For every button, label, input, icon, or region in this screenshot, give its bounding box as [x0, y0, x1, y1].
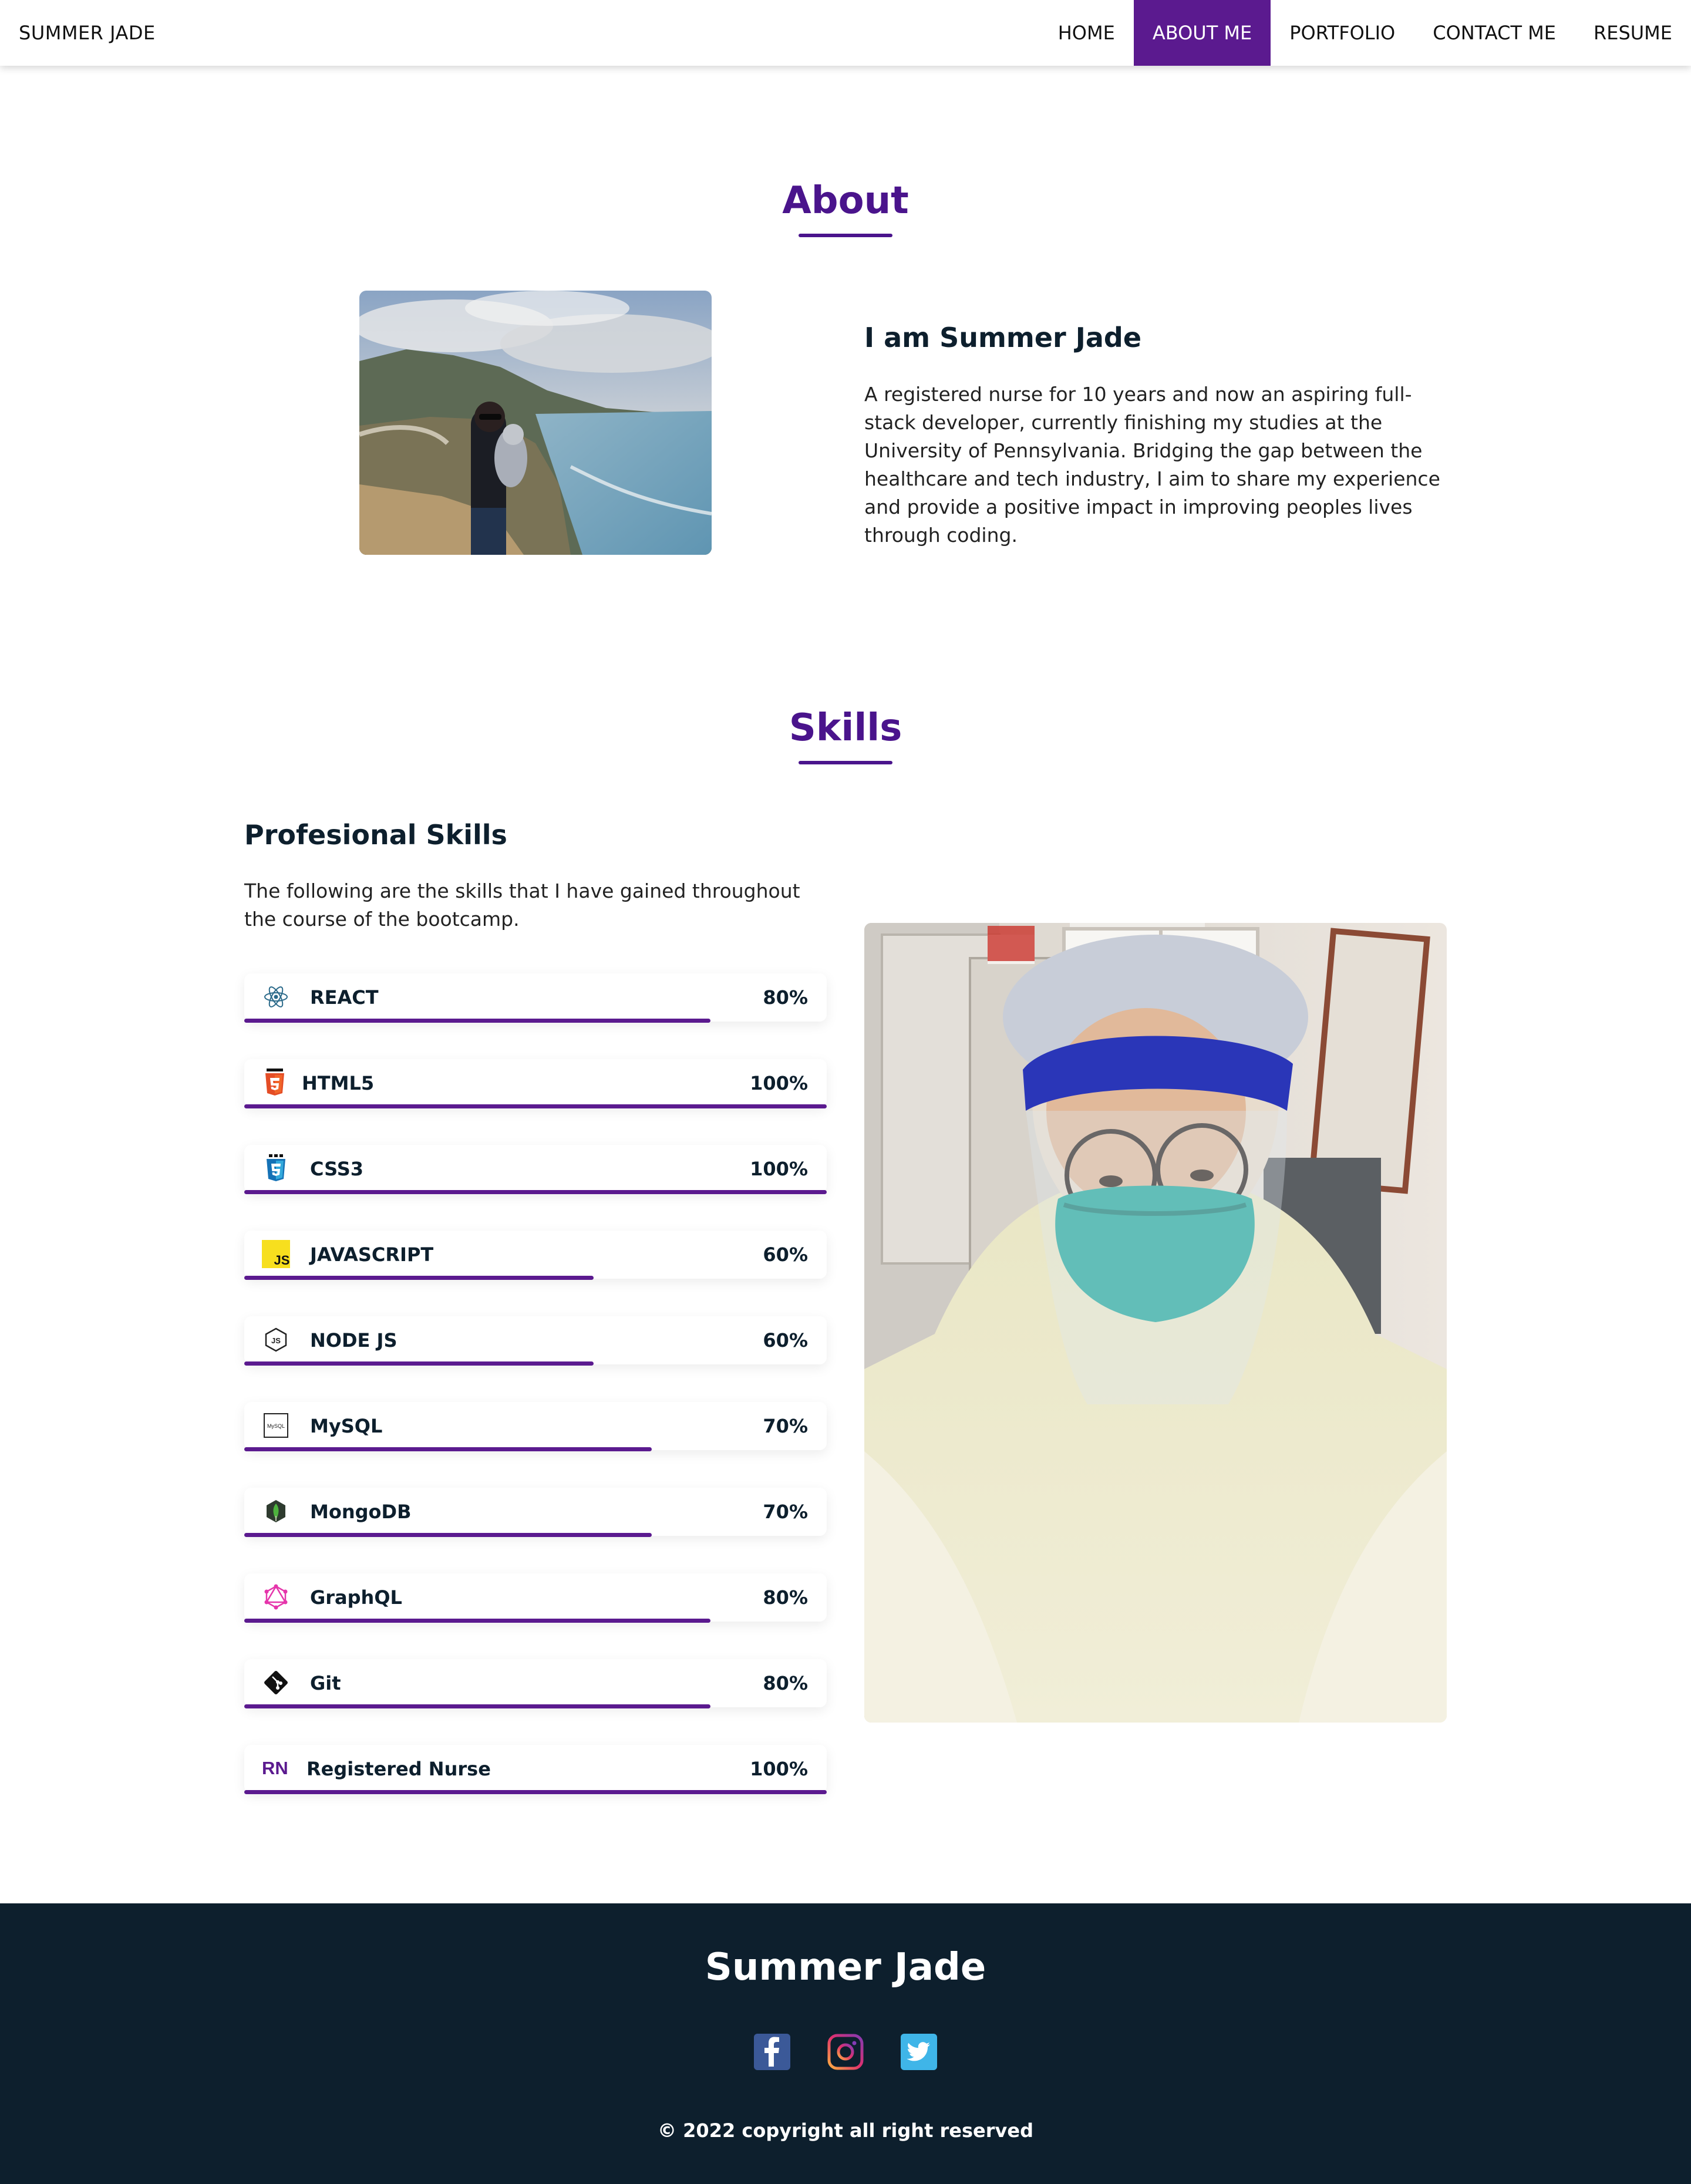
graphql-icon: [262, 1583, 290, 1611]
brand-logo[interactable]: SUMMER JADE: [19, 0, 156, 66]
skill-progress-bar: [244, 1447, 652, 1451]
instagram-icon[interactable]: [827, 2034, 864, 2070]
nodejs-icon: JS: [262, 1326, 290, 1354]
footer: Summer Jade © 2022 copyright all right r…: [0, 1903, 1691, 2184]
css3-icon: [262, 1154, 290, 1182]
nodejs-icon-label: JS: [271, 1336, 281, 1345]
professional-skills-heading: Profesional Skills: [244, 819, 507, 851]
html5-icon: [261, 1069, 289, 1097]
mysql-icon-label: MySQL: [267, 1423, 285, 1429]
skill-item-html5: HTML5 100%: [244, 1059, 827, 1108]
skill-progress-bar: [244, 1276, 594, 1280]
twitter-icon[interactable]: [901, 2034, 937, 2070]
react-icon: [262, 983, 290, 1011]
javascript-icon-label: JS: [274, 1253, 290, 1268]
skill-name: JAVASCRIPT: [310, 1243, 434, 1266]
skill-item-mongodb: MongoDB 70%: [244, 1488, 827, 1537]
about-photo: [359, 291, 712, 555]
skill-progress-bar: [244, 1361, 594, 1366]
skill-progress-bar: [244, 1704, 710, 1708]
skill-percent: 70%: [763, 1415, 808, 1437]
nav-about-me[interactable]: ABOUT ME: [1133, 0, 1271, 66]
skill-item-nodejs: JS NODE JS 60%: [244, 1316, 827, 1366]
skill-progress-bar: [244, 1619, 710, 1623]
skill-percent: 80%: [763, 1586, 808, 1609]
professional-skills-text: The following are the skills that I have…: [244, 879, 800, 931]
navbar: SUMMER JADE HOME ABOUT ME PORTFOLIO CONT…: [0, 0, 1691, 66]
skill-percent: 100%: [750, 1072, 808, 1094]
skill-progress-bar: [244, 1533, 652, 1537]
skill-percent: 100%: [750, 1758, 808, 1780]
nav-resume[interactable]: RESUME: [1575, 0, 1691, 66]
skill-name: NODE JS: [310, 1329, 398, 1351]
skill-name: REACT: [310, 986, 379, 1009]
nav-contact-me[interactable]: CONTACT ME: [1414, 0, 1575, 66]
footer-name: Summer Jade: [705, 1946, 986, 1989]
skill-name: MongoDB: [310, 1501, 412, 1523]
copyright-text: © 2022 copyright all right reserved: [658, 2119, 1033, 2142]
about-text: A registered nurse for 10 years and now …: [864, 383, 1440, 547]
rn-icon-label: RN: [262, 1758, 288, 1778]
skill-progress-bar: [244, 1019, 710, 1023]
skill-list: REACT 80% HTML5 100% CSS3 100% JS JAVASC…: [244, 973, 827, 1831]
skill-name: GraphQL: [310, 1586, 402, 1609]
about-title: About: [782, 179, 909, 223]
skill-progress-bar: [244, 1104, 827, 1108]
nav-home[interactable]: HOME: [1039, 0, 1134, 66]
skill-item-git: Git 80%: [244, 1659, 827, 1708]
skill-percent: 80%: [763, 1672, 808, 1694]
skill-item-registered-nurse: RN Registered Nurse 100%: [244, 1745, 827, 1794]
facebook-icon[interactable]: [754, 2034, 790, 2070]
skill-name: Git: [310, 1672, 341, 1694]
skills-title-underline: [799, 761, 892, 764]
about-title-underline: [799, 234, 892, 237]
skill-item-mysql: MySQL MySQL 70%: [244, 1402, 827, 1451]
about-heading: I am Summer Jade: [864, 322, 1142, 353]
javascript-icon: JS: [262, 1240, 290, 1268]
skill-percent: 70%: [763, 1501, 808, 1523]
skills-title: Skills: [789, 706, 902, 750]
skill-percent: 80%: [763, 986, 808, 1009]
skill-item-css3: CSS3 100%: [244, 1145, 827, 1194]
skill-progress-bar: [244, 1190, 827, 1194]
mongodb-icon: [262, 1497, 290, 1525]
skill-name: MySQL: [310, 1415, 383, 1437]
nurse-photo: [864, 923, 1447, 1723]
skill-item-javascript: JS JAVASCRIPT 60%: [244, 1231, 827, 1280]
mysql-icon: MySQL: [262, 1411, 290, 1440]
skill-name: HTML5: [302, 1072, 375, 1094]
skill-name: CSS3: [310, 1158, 363, 1180]
rn-icon: RN: [262, 1754, 295, 1782]
nav-portfolio[interactable]: PORTFOLIO: [1271, 0, 1414, 66]
skill-progress-bar: [244, 1790, 827, 1794]
skill-percent: 100%: [750, 1158, 808, 1180]
skill-item-graphql: GraphQL 80%: [244, 1573, 827, 1623]
skill-percent: 60%: [763, 1243, 808, 1266]
skill-item-react: REACT 80%: [244, 973, 827, 1023]
git-icon: [262, 1669, 290, 1697]
skill-name: Registered Nurse: [306, 1758, 491, 1780]
skill-percent: 60%: [763, 1329, 808, 1351]
nav-links: HOME ABOUT ME PORTFOLIO CONTACT ME RESUM…: [1039, 0, 1691, 66]
